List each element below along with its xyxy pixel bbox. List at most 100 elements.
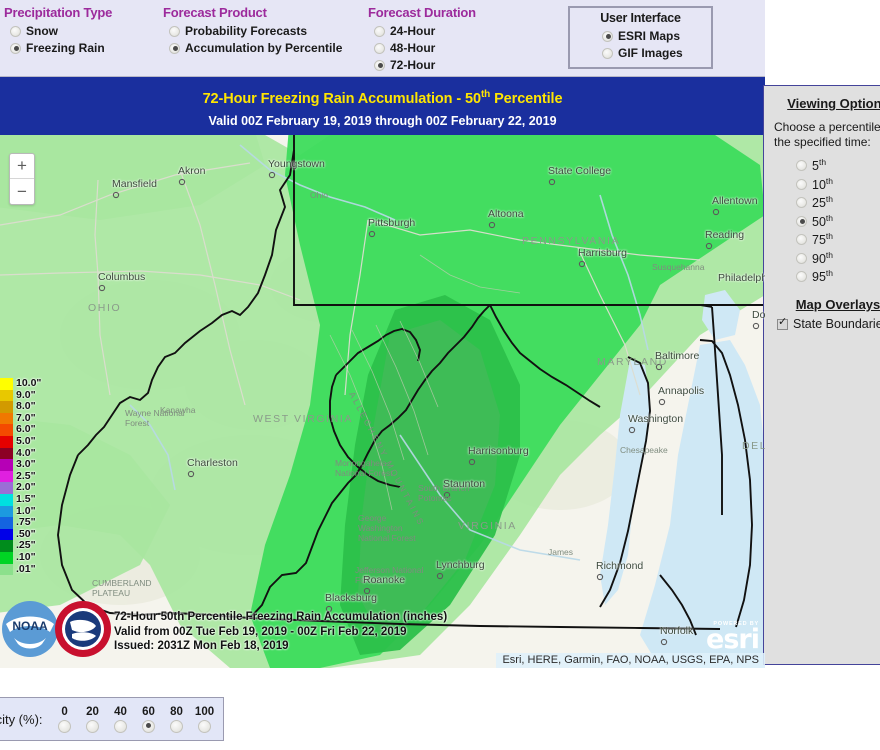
percentile-option-label: 10th bbox=[812, 175, 833, 193]
caption-line-3: Issued: 2031Z Mon Feb 18, 2019 bbox=[114, 640, 289, 652]
radio-icon[interactable] bbox=[170, 719, 184, 733]
percentile-option-95[interactable]: 95th bbox=[796, 268, 880, 285]
opacity-option-60[interactable]: 60 bbox=[135, 706, 163, 733]
user-interface-group: User Interface ESRI Maps GIF Images bbox=[568, 6, 713, 69]
overlay-option-state-boundaries[interactable]: State Boundaries bbox=[777, 317, 880, 331]
map-title-banner: 72-Hour Freezing Rain Accumulation - 50t… bbox=[0, 77, 765, 135]
percentile-option-label: 75th bbox=[812, 231, 833, 248]
place-label: Harrisburg bbox=[578, 247, 628, 259]
place-label: Dover bbox=[752, 309, 765, 321]
opacity-option-0[interactable]: 0 bbox=[51, 706, 79, 733]
caption-line-1: 72-Hour 50th Percentile Freezing Rain Ac… bbox=[114, 611, 448, 623]
overlay-option-label: State Boundaries bbox=[793, 317, 880, 331]
opacity-label: Opacity (%): bbox=[0, 711, 43, 727]
user-interface-option-1[interactable]: GIF Images bbox=[602, 45, 711, 61]
place-label: Reading bbox=[705, 229, 745, 241]
state-label: DELAWARE bbox=[742, 440, 765, 452]
viewing-options-sidebar: Viewing Options Choose a percentile for … bbox=[763, 85, 880, 665]
radio-icon[interactable] bbox=[10, 25, 21, 37]
place-label: Harrisonburg bbox=[468, 445, 529, 457]
forecast-product-option-label: Probability Forecasts bbox=[185, 24, 308, 38]
legend-label: 5.0" bbox=[16, 434, 36, 447]
radio-icon[interactable] bbox=[602, 30, 613, 42]
radio-icon[interactable] bbox=[796, 271, 807, 282]
forecast-duration-option-2[interactable]: 72-Hour bbox=[374, 57, 476, 73]
map-overlay-options: State Boundaries bbox=[774, 317, 880, 331]
checkbox-icon[interactable] bbox=[777, 317, 788, 330]
user-interface-option-label: ESRI Maps bbox=[618, 29, 681, 43]
radio-icon[interactable] bbox=[10, 42, 21, 54]
esri-map-canvas[interactable]: Akron Youngstown Mansfield Pittsburgh State … bbox=[0, 135, 765, 668]
radio-icon[interactable] bbox=[796, 160, 807, 171]
radio-icon[interactable] bbox=[142, 719, 156, 733]
place-label: Blacksburg bbox=[325, 592, 377, 604]
noaa-logo: NOAA bbox=[2, 601, 58, 657]
zoom-in-button[interactable]: + bbox=[10, 154, 34, 179]
place-label: Akron bbox=[178, 165, 206, 177]
opacity-option-40[interactable]: 40 bbox=[107, 706, 135, 733]
esri-logo: POWERED BY esri bbox=[706, 621, 760, 653]
place-label: Washington bbox=[628, 413, 684, 425]
forecast-product-option-label: Accumulation by Percentile bbox=[185, 41, 343, 55]
radio-icon[interactable] bbox=[796, 215, 807, 227]
radio-icon[interactable] bbox=[169, 42, 180, 54]
radio-icon[interactable] bbox=[602, 47, 613, 59]
opacity-option-label: 60 bbox=[142, 705, 155, 718]
legend-swatch bbox=[0, 493, 13, 506]
radio-icon[interactable] bbox=[86, 719, 100, 733]
percentile-option-90[interactable]: 90th bbox=[796, 250, 880, 267]
precip-type-options: Snow Freezing Rain bbox=[4, 23, 112, 56]
place-label: State College bbox=[548, 165, 612, 177]
percentile-option-75[interactable]: 75th bbox=[796, 231, 880, 248]
percentile-option-label: 5th bbox=[812, 157, 827, 174]
forecast-duration-option-1[interactable]: 48-Hour bbox=[374, 40, 476, 56]
radio-icon[interactable] bbox=[374, 25, 385, 37]
opacity-option-20[interactable]: 20 bbox=[79, 706, 107, 733]
forecast-duration-title: Forecast Duration bbox=[368, 5, 476, 20]
map-feature-label: Kanawha bbox=[160, 405, 196, 415]
radio-icon[interactable] bbox=[796, 178, 807, 190]
zoom-out-button[interactable]: − bbox=[10, 179, 34, 204]
accumulation-legend: 10.0" 9.0" 8.0" 7.0" 6.0" 5.0" 4.0" 3.0" 2.5" 2.0… bbox=[0, 377, 41, 576]
radio-icon[interactable] bbox=[114, 719, 128, 733]
radio-icon[interactable] bbox=[169, 25, 180, 37]
percentile-option-label: 90th bbox=[812, 249, 833, 267]
percentile-option-50[interactable]: 50th bbox=[796, 213, 880, 230]
forecast-duration-option-0[interactable]: 24-Hour bbox=[374, 23, 476, 39]
map-feature-label: Susquehanna bbox=[652, 262, 705, 272]
radio-icon[interactable] bbox=[796, 252, 807, 264]
radio-icon[interactable] bbox=[58, 719, 72, 733]
legend-swatch bbox=[0, 482, 13, 494]
user-interface-title: User Interface bbox=[600, 11, 681, 25]
opacity-option-80[interactable]: 80 bbox=[163, 706, 191, 733]
percentile-option-label: 25th bbox=[812, 194, 833, 211]
viewing-options-heading: Viewing Options bbox=[787, 96, 880, 111]
radio-icon[interactable] bbox=[796, 197, 807, 208]
opacity-options: 0 20 40 60 80 100 bbox=[51, 706, 219, 733]
state-label: VIRGINIA bbox=[458, 520, 517, 532]
place-label: Youngstown bbox=[268, 158, 325, 170]
percentile-option-5[interactable]: 5th bbox=[796, 157, 880, 174]
percentile-option-25[interactable]: 25th bbox=[796, 194, 880, 211]
legend-swatch bbox=[0, 528, 13, 541]
user-interface-options: ESRI Maps GIF Images bbox=[570, 28, 711, 61]
radio-icon[interactable] bbox=[374, 59, 385, 71]
map-feature-label: CUMBERLAND PLATEAU bbox=[92, 578, 152, 598]
radio-icon[interactable] bbox=[796, 234, 807, 245]
legend-swatch bbox=[0, 424, 13, 436]
map-zoom-controls[interactable]: + − bbox=[9, 153, 35, 205]
precip-type-option-0[interactable]: Snow bbox=[10, 23, 112, 39]
opacity-option-100[interactable]: 100 bbox=[191, 706, 219, 733]
radio-icon[interactable] bbox=[198, 719, 212, 733]
percentile-option-10[interactable]: 10th bbox=[796, 176, 880, 193]
forecast-product-title: Forecast Product bbox=[163, 5, 267, 20]
place-label: Pittsburgh bbox=[368, 217, 416, 229]
precip-type-option-1[interactable]: Freezing Rain bbox=[10, 40, 112, 56]
radio-icon[interactable] bbox=[374, 42, 385, 54]
user-interface-option-0[interactable]: ESRI Maps bbox=[602, 28, 711, 44]
forecast-product-option-0[interactable]: Probability Forecasts bbox=[169, 23, 342, 39]
place-label: Staunton bbox=[443, 478, 486, 490]
map-title-post: Percentile bbox=[490, 90, 563, 107]
forecast-product-option-1[interactable]: Accumulation by Percentile bbox=[169, 40, 342, 56]
place-label: Charleston bbox=[187, 457, 238, 469]
